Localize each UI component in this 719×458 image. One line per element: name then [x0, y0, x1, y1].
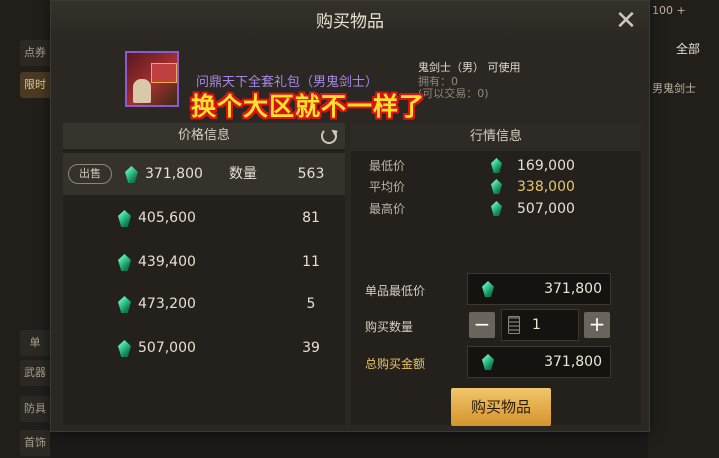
lowest-price-label: 最低价 [369, 159, 406, 173]
unit-price-value: 371,800 [544, 281, 602, 297]
bg-tab-single[interactable]: 单 [20, 330, 50, 356]
highest-price-value: 507,000 [517, 201, 575, 217]
quantity-input[interactable]: 1 [501, 309, 579, 341]
total-amount-value: 371,800 [544, 354, 602, 370]
buy-item-button[interactable]: 购买物品 [451, 388, 551, 426]
price-row[interactable]: 405,600 81 [63, 197, 345, 239]
price-info-panel: 价格信息 出售 371,800 数量 563 405,600 81 439,40… [63, 123, 345, 425]
bg-tab-limited[interactable]: 限时 [20, 72, 50, 98]
dialog-title: 购买物品 [51, 1, 649, 43]
price-value: 371,800 [145, 166, 203, 182]
average-price-row: 平均价 338,000 [351, 176, 641, 198]
bg-tab-coupon[interactable]: 点券 [20, 40, 50, 66]
gem-icon [118, 210, 131, 227]
gem-icon [118, 296, 131, 313]
gem-icon [118, 340, 131, 357]
overlay-caption: 换个大区就不一样了 [191, 92, 426, 121]
quantity-value: 39 [302, 340, 320, 356]
average-price-label: 平均价 [369, 180, 406, 194]
quantity-label: 数量 [229, 166, 257, 182]
bg-tab-weapon[interactable]: 武器 [20, 360, 50, 386]
price-value: 405,600 [138, 210, 196, 226]
quantity-value: 563 [297, 166, 325, 182]
quantity-value: 81 [302, 210, 320, 226]
gem-icon [482, 354, 494, 370]
highest-price-row: 最高价 507,000 [351, 198, 641, 220]
total-amount-field: 371,800 [467, 346, 611, 378]
increase-quantity-button[interactable]: + [584, 312, 610, 338]
gem-icon [491, 179, 502, 194]
price-value: 473,200 [138, 296, 196, 312]
gem-icon [125, 166, 138, 183]
price-row[interactable]: 439,400 11 [63, 241, 345, 283]
price-value: 507,000 [138, 340, 196, 356]
background-right-panel: 100 + 全部 男鬼剑士 [648, 0, 719, 458]
item-icon [125, 51, 179, 107]
quantity-value: 5 [306, 296, 316, 312]
refresh-icon[interactable] [321, 128, 337, 144]
price-info-title: 价格信息 [63, 123, 345, 149]
gem-icon [491, 201, 502, 216]
sell-tag: 出售 [68, 164, 112, 184]
bg-filter-class[interactable]: 男鬼剑士 [652, 80, 696, 96]
gem-icon [491, 158, 502, 173]
quantity-value: 11 [302, 254, 320, 270]
price-row[interactable]: 473,200 5 [63, 283, 345, 325]
character-figure-icon [133, 79, 151, 103]
highest-price-label: 最高价 [369, 202, 406, 216]
lowest-price-row: 最低价 169,000 [351, 155, 641, 177]
price-row[interactable]: 507,000 39 [63, 327, 345, 369]
calculator-icon[interactable] [508, 316, 520, 334]
purchase-dialog: 购买物品 ✕ 问鼎天下全套礼包（男鬼剑士） 鬼剑士（男） 可使用 拥有：0 (可… [50, 0, 650, 432]
unit-price-field: 371,800 [467, 273, 611, 305]
lowest-price-value: 169,000 [517, 158, 575, 174]
item-tradable-count: (可以交易：0) [418, 87, 489, 100]
purchase-quantity-label: 购买数量 [365, 320, 414, 334]
bg-counter: 100 + [652, 4, 686, 17]
price-row[interactable]: 出售 371,800 数量 563 [63, 153, 345, 195]
close-icon[interactable]: ✕ [613, 8, 639, 35]
decrease-quantity-button[interactable]: − [469, 312, 495, 338]
bg-tab-accessory[interactable]: 首饰 [20, 430, 50, 456]
gem-icon [118, 254, 131, 271]
price-value: 439,400 [138, 254, 196, 270]
market-info-title: 行情信息 [351, 123, 641, 151]
gem-icon [482, 281, 494, 297]
market-info-panel: 行情信息 最低价 169,000 平均价 338,000 最高价 507,000… [351, 123, 641, 425]
bg-tab-armor[interactable]: 防具 [20, 396, 50, 422]
price-info-title-text: 价格信息 [177, 128, 230, 143]
unit-price-label: 单品最低价 [365, 284, 426, 298]
gift-box-icon [151, 63, 177, 83]
total-amount-label: 总购买金额 [365, 357, 426, 371]
quantity-input-value: 1 [532, 317, 541, 333]
average-price-value: 338,000 [517, 179, 575, 195]
bg-filter-all[interactable]: 全部 [676, 40, 700, 57]
background-sidebar: 点券 限时 单 武器 防具 首饰 [0, 0, 50, 458]
